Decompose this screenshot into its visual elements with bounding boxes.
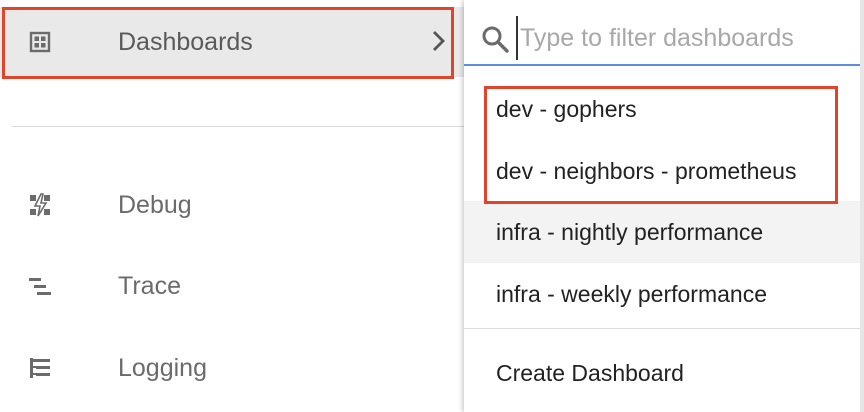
dashboard-item-infra-nightly[interactable]: infra - nightly performance [464, 201, 862, 263]
app-page: Dashboards Debug Trace Logging Type to f… [0, 0, 864, 412]
dashboard-item-label: infra - nightly performance [496, 218, 764, 245]
logging-icon [27, 355, 53, 381]
create-dashboard-button[interactable]: Create Dashboard [464, 342, 862, 404]
search-row [464, 8, 862, 66]
dashboard-item-dev-neighbors-prometheus[interactable]: dev - neighbors - prometheus [464, 140, 862, 202]
nav-item-dashboards[interactable]: Dashboards [0, 7, 464, 77]
debug-icon [27, 192, 53, 218]
nav-item-logging[interactable]: Logging [0, 333, 464, 403]
scrollbar-track[interactable] [860, 0, 864, 412]
nav-item-trace[interactable]: Trace [0, 251, 464, 321]
dashboard-item-label: dev - gophers [496, 95, 637, 122]
search-input[interactable] [516, 16, 860, 60]
create-dashboard-label: Create Dashboard [496, 359, 684, 386]
dashboard-item-label: infra - weekly performance [496, 280, 767, 307]
nav-label-debug: Debug [118, 190, 192, 219]
dashboard-item-label: dev - neighbors - prometheus [496, 157, 797, 184]
nav-item-debug[interactable]: Debug [0, 170, 464, 240]
dashboard-grid-icon [27, 29, 53, 55]
nav-divider [12, 126, 464, 127]
nav-label-dashboards: Dashboards [118, 27, 253, 56]
nav-label-logging: Logging [118, 353, 207, 382]
chevron-right-icon [428, 22, 450, 60]
dashboard-item-dev-gophers[interactable]: dev - gophers [464, 78, 862, 140]
dashboard-item-infra-weekly[interactable]: infra - weekly performance [464, 263, 862, 325]
nav-label-trace: Trace [118, 271, 181, 300]
dashboards-dropdown: dev - gophers dev - neighbors - promethe… [464, 0, 864, 412]
side-nav: Dashboards Debug Trace Logging [0, 0, 464, 412]
search-icon [480, 24, 510, 54]
dropdown-divider [464, 328, 862, 329]
trace-icon [27, 273, 53, 299]
